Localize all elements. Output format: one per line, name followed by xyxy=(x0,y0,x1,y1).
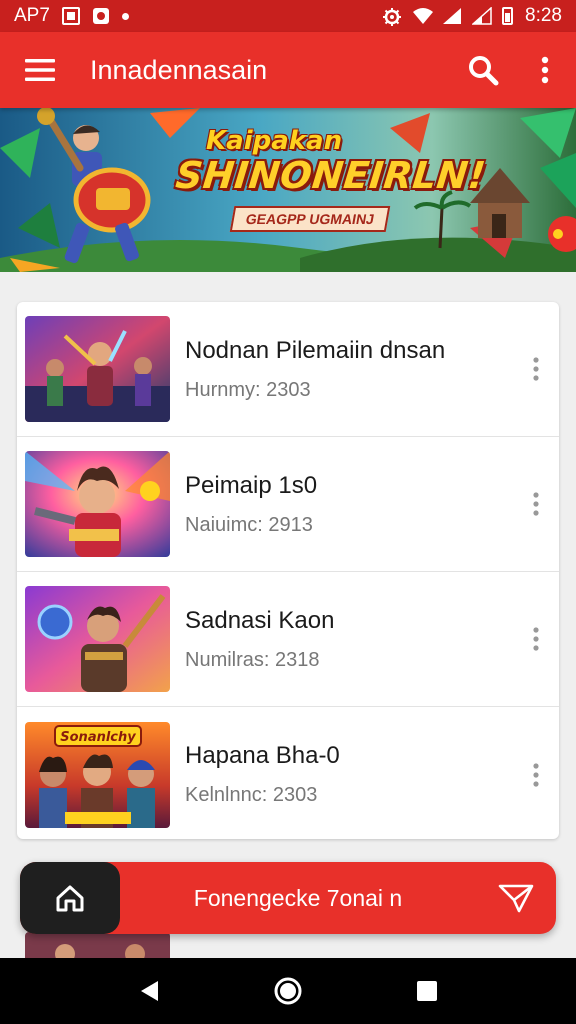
item-title: Hapana Bha-0 xyxy=(185,742,340,769)
status-bar: AP7 8:28 xyxy=(0,0,576,32)
game-thumbnail xyxy=(25,316,170,422)
item-subtitle: Hurnmy: 2303 xyxy=(185,378,311,401)
recents-button[interactable] xyxy=(402,966,452,1016)
share-button[interactable] xyxy=(476,862,556,934)
battery-icon xyxy=(502,7,514,25)
menu-button[interactable] xyxy=(0,32,80,108)
app-notification-icon xyxy=(92,7,110,25)
settings-sync-icon xyxy=(382,7,402,26)
signal-icon xyxy=(471,6,492,25)
app-bar: Innadennasain xyxy=(0,32,576,108)
back-icon xyxy=(141,981,159,1001)
game-thumbnail xyxy=(25,586,170,692)
system-nav-bar xyxy=(0,958,576,1024)
list-item[interactable]: Sonanlchy Hapana Bha-0 Kelnlnnc: 2303 xyxy=(17,707,559,839)
item-subtitle: Naiuimc: 2913 xyxy=(185,513,313,536)
search-icon xyxy=(469,56,499,86)
home-circle-icon xyxy=(274,977,302,1005)
item-more-button[interactable] xyxy=(521,484,551,524)
item-subtitle: Kelnlnnc: 2303 xyxy=(185,784,318,806)
list-item[interactable]: Sadnasi Kaon Numilras: 2318 xyxy=(17,572,559,707)
home-nav-button[interactable] xyxy=(263,966,313,1016)
wifi-icon xyxy=(412,7,434,25)
more-vert-icon xyxy=(533,627,539,651)
more-vert-icon xyxy=(533,357,539,381)
game-list: Nodnan Pilemaiin dnsan Hurnmy: 2303 Peim… xyxy=(17,302,559,839)
list-item[interactable]: Nodnan Pilemaiin dnsan Hurnmy: 2303 xyxy=(17,302,559,437)
list-item[interactable]: Peimaip 1s0 Naiuimc: 2913 xyxy=(17,437,559,572)
home-button[interactable] xyxy=(20,862,120,934)
item-title: Peimaip 1s0 xyxy=(185,471,318,499)
recents-icon xyxy=(416,981,437,1001)
share-icon xyxy=(498,884,534,913)
item-title: Nodnan Pilemaiin dnsan xyxy=(185,336,446,364)
more-options-button[interactable] xyxy=(514,32,576,108)
home-icon xyxy=(56,885,84,912)
item-subtitle: Numilras: 2318 xyxy=(185,648,320,671)
bottom-bar-label[interactable]: Fonengecke 7onai n xyxy=(120,885,476,912)
banner-headline-small: Kaipakan xyxy=(206,126,343,156)
more-vert-icon xyxy=(541,56,549,84)
banner-badge: GEAGPP UGMAINJ xyxy=(229,206,391,232)
more-vert-icon xyxy=(533,762,539,787)
clock: 8:28 xyxy=(525,5,562,26)
more-vert-icon xyxy=(533,492,539,516)
promo-banner[interactable]: Kaipakan SHINONEIRLN! GEAGPP UGMAINJ xyxy=(0,108,576,272)
thumb-banner-text: Sonanlchy xyxy=(60,730,136,745)
item-more-button[interactable] xyxy=(521,619,551,659)
back-button[interactable] xyxy=(124,966,174,1016)
item-title: Sadnasi Kaon xyxy=(185,606,335,634)
image-icon xyxy=(61,7,80,25)
app-title: Innadennasain xyxy=(90,54,268,85)
signal-icon xyxy=(442,7,462,25)
carrier-label: AP7 xyxy=(14,5,50,26)
bottom-action-bar: Fonengecke 7onai n xyxy=(20,862,556,934)
game-thumbnail: Sonanlchy xyxy=(25,721,170,828)
item-more-button[interactable] xyxy=(521,755,551,795)
item-more-button[interactable] xyxy=(521,349,551,389)
search-button[interactable] xyxy=(452,32,514,108)
banner-headline: SHINONEIRLN! xyxy=(173,154,488,197)
hamburger-icon xyxy=(25,59,55,81)
game-thumbnail xyxy=(25,451,170,557)
dot-icon xyxy=(121,12,129,20)
